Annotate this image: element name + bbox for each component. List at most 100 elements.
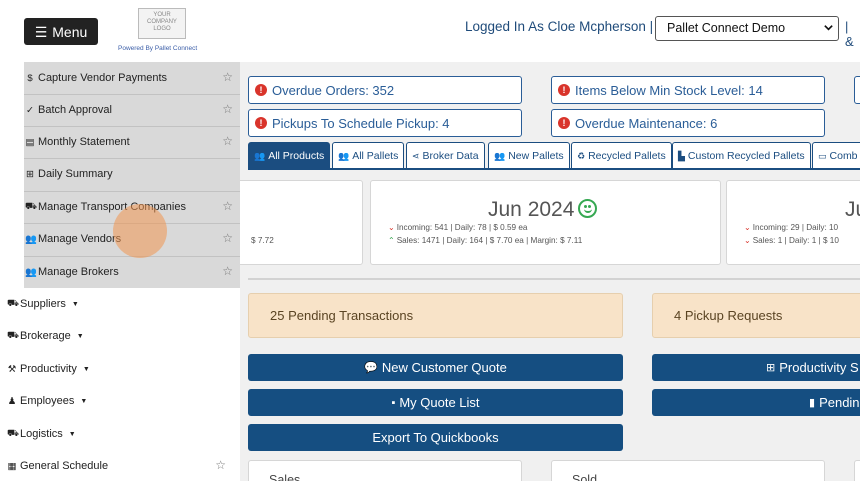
arrow-down-icon: ⌄ [744, 236, 751, 245]
export-quickbooks-button[interactable]: Export To Quickbooks [248, 424, 623, 451]
card-incoming-text: Incoming: 541 | Daily: 78 | $ 0.59 ea [396, 223, 528, 232]
star-icon[interactable]: ☆ [215, 458, 226, 472]
sales-stat-box: Sales [248, 460, 522, 481]
sold-stat-box: Sold [551, 460, 825, 481]
sidebar-item-monthly-statement[interactable]: ▤ Monthly Statement ☆ [24, 126, 240, 158]
alert-icon: ! [255, 84, 267, 96]
tab-recycled-pallets[interactable]: ♻ Recycled Pallets [571, 142, 672, 170]
menu-button-label: Menu [52, 23, 88, 40]
card-incoming: ⌄ Incoming: 541 | Daily: 78 | $ 0.59 ea [388, 223, 528, 232]
supplier-truck-icon: ⛟ [7, 298, 19, 309]
hamburger-icon: ☰ [34, 23, 48, 40]
caret-down-icon: ▼ [80, 397, 88, 405]
sidebar-item-label: Productivity [20, 363, 77, 375]
arrow-down-icon: ⌄ [388, 223, 395, 232]
users-icon: 👥 [338, 150, 350, 161]
cursor-indicator [113, 204, 167, 258]
sidebar-item-logistics[interactable]: ⛟ Logistics ▼ [0, 418, 240, 450]
menu-button[interactable]: ☰ Menu [24, 18, 98, 45]
sidebar-item-label: Suppliers [20, 298, 66, 310]
tab-custom-recycled-pallets[interactable]: ▙ Custom Recycled Pallets [672, 142, 811, 170]
sidebar-item-employees[interactable]: ♟ Employees ▼ [0, 385, 240, 417]
powered-by-text: Powered By Pallet Connect [118, 45, 198, 52]
my-quote-list-button[interactable]: ▪ My Quote List [248, 389, 623, 416]
sidebar-item-batch-approval[interactable]: ✓ Batch Approval ☆ [24, 94, 240, 126]
hammer-icon: ⚒ [7, 363, 17, 375]
pickup-requests[interactable]: 4 Pickup Requests [652, 293, 860, 338]
tab-label: All Products [268, 150, 325, 162]
button-label: Pendin [819, 395, 860, 410]
company-select[interactable]: Pallet Connect Demo [655, 16, 839, 41]
sidebar-item-daily-summary[interactable]: ⊞ Daily Summary [24, 158, 240, 190]
section-divider [248, 278, 860, 280]
sidebar-item-brokerage[interactable]: ⛟ Brokerage ▼ [0, 320, 240, 352]
alert-icon: ! [255, 117, 267, 129]
pending-transactions[interactable]: 25 Pending Transactions [248, 293, 623, 338]
tab-label: All Pallets [352, 150, 399, 162]
alert-partial[interactable] [854, 76, 860, 104]
caret-down-icon: ▼ [82, 365, 90, 373]
star-icon[interactable]: ☆ [222, 199, 233, 213]
button-label: New Customer Quote [381, 360, 507, 375]
tab-comb[interactable]: ▭ Comb [812, 142, 860, 170]
card-incoming: ⌄ Incoming: 29 | Daily: 10 [744, 223, 838, 232]
sidebar-item-capture-vendor-payments[interactable]: $ Capture Vendor Payments ☆ [24, 62, 240, 94]
star-icon[interactable]: ☆ [222, 264, 233, 278]
sidebar-item-label: General Schedule [20, 460, 109, 472]
sidebar-item-label: Logistics [20, 428, 63, 440]
arrow-down-icon: ⌄ [744, 223, 751, 232]
users-icon: 👥 [25, 233, 37, 245]
sidebar-item-label: Batch Approval [38, 104, 112, 116]
logged-in-label: Logged In As Cloe Mcpherson [465, 19, 646, 34]
arrow-up-icon: ⌃ [388, 236, 395, 245]
logged-in-text: Logged In As Cloe Mcpherson | [465, 19, 653, 34]
truck-icon: ⛟ [7, 330, 19, 341]
alert-overdue-orders[interactable]: ! Overdue Orders: 352 [248, 76, 522, 104]
card-sales-text: Sales: 1471 | Daily: 164 | $ 7.70 ea | M… [396, 236, 583, 245]
card-month-partial: Ju [845, 198, 860, 221]
tab-new-pallets[interactable]: 👥 New Pallets [488, 142, 570, 170]
dollar-icon: $ [27, 72, 33, 84]
top-header: ☰ Menu YOUR COMPANY LOGO Powered By Pall… [0, 0, 860, 70]
card-incoming-text: Incoming: 29 | Daily: 10 [752, 223, 839, 232]
productivity-button[interactable]: ⊞ Productivity S [652, 354, 860, 381]
alert-items-below-min[interactable]: ! Items Below Min Stock Level: 14 [551, 76, 825, 104]
tab-all-products[interactable]: 👥 All Products [248, 142, 331, 170]
star-icon[interactable]: ☆ [222, 70, 233, 84]
header-trailing-text: | & [845, 19, 854, 49]
alert-label: Overdue Orders: 352 [272, 82, 395, 98]
tab-broker-data[interactable]: ⋖ Broker Data [406, 142, 485, 170]
users-icon: 👥 [494, 150, 506, 161]
pending-button[interactable]: ▮ Pendin [652, 389, 860, 416]
sidebar: $ Capture Vendor Payments ☆ ✓ Batch Appr… [0, 62, 240, 481]
sidebar-item-general-schedule[interactable]: ▦ General Schedule ☆ [0, 450, 240, 481]
truck-icon: ⛟ [25, 201, 37, 212]
recycle-icon: ♻ [577, 150, 586, 161]
star-icon[interactable]: ☆ [222, 134, 233, 148]
star-icon[interactable]: ☆ [222, 231, 233, 245]
truck-icon: ⛟ [7, 428, 19, 439]
new-customer-quote-button[interactable]: 💬 New Customer Quote [248, 354, 623, 381]
button-label: Productivity S [779, 360, 859, 375]
sidebar-item-manage-brokers[interactable]: 👥 Manage Brokers ☆ [24, 256, 240, 288]
card-partial-value: $ 7.72 [251, 236, 274, 245]
card-sales-text: Sales: 1 | Daily: 1 | $ 10 [752, 236, 839, 245]
alert-overdue-maintenance[interactable]: ! Overdue Maintenance: 6 [551, 109, 825, 137]
tab-all-pallets[interactable]: 👥 All Pallets [332, 142, 405, 170]
sidebar-item-label: Employees [20, 395, 75, 407]
card-sales: ⌃ Sales: 1471 | Daily: 164 | $ 7.70 ea | … [388, 236, 582, 245]
alert-pickups-to-schedule[interactable]: ! Pickups To Schedule Pickup: 4 [248, 109, 522, 137]
star-icon[interactable]: ☆ [222, 102, 233, 116]
tab-label: Broker Data [422, 150, 479, 162]
statement-icon: ▤ [25, 136, 35, 148]
tab-label: Comb [829, 150, 858, 162]
share-icon: ⋖ [412, 150, 420, 161]
card-month: Jun 2024 [488, 198, 598, 222]
grid-icon: ⊞ [766, 362, 776, 374]
sidebar-item-label: Brokerage [20, 330, 71, 342]
card-month-label: Jun 2024 [488, 198, 575, 221]
sidebar-item-productivity[interactable]: ⚒ Productivity ▼ [0, 353, 240, 385]
sidebar-item-suppliers[interactable]: ⛟ Suppliers ▼ [0, 288, 240, 320]
person-icon: ♟ [7, 395, 17, 407]
stat-box-partial [854, 460, 860, 481]
